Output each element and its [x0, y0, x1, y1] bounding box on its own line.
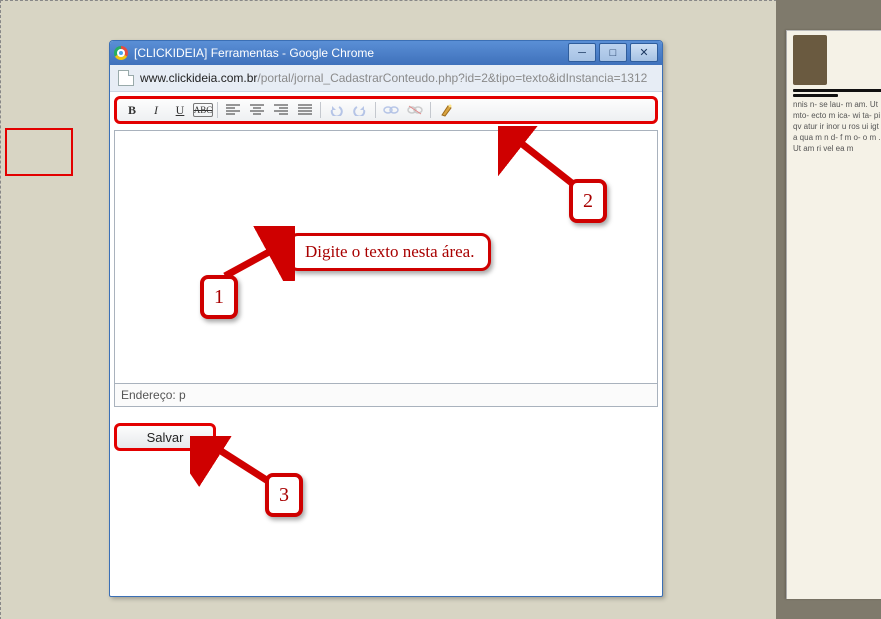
annotation-marker-1: 1 [200, 275, 238, 319]
annotation-marker-3: 3 [265, 473, 303, 517]
align-center-button[interactable] [246, 101, 268, 119]
minimize-button[interactable]: ─ [568, 43, 596, 62]
close-button[interactable]: ✕ [630, 43, 658, 62]
address-bar[interactable]: www.clickideia.com.br/portal/jornal_Cada… [110, 65, 662, 92]
window-titlebar: [CLICKIDEIA] Ferramentas - Google Chrome… [110, 41, 662, 65]
annotation-hint-bubble: Digite o texto nesta área. [288, 233, 491, 271]
link-button[interactable] [380, 101, 402, 119]
chrome-popup-window: [CLICKIDEIA] Ferramentas - Google Chrome… [109, 40, 663, 597]
newspaper-stack: nnis n- se lau- m am. Ut mto- ecto m ica… [776, 0, 881, 619]
redo-button[interactable] [349, 101, 371, 119]
save-button[interactable]: Salvar [114, 423, 216, 451]
clear-format-button[interactable] [435, 101, 457, 119]
strikethrough-button[interactable]: ABC [193, 103, 213, 117]
bold-button[interactable]: B [121, 101, 143, 119]
annotation-marker-2: 2 [569, 179, 607, 223]
align-justify-button[interactable] [294, 101, 316, 119]
page-icon [118, 70, 134, 86]
status-path: Endereço: p [121, 388, 186, 402]
editor-toolbar: B I U ABC [114, 96, 658, 124]
unlink-button[interactable] [404, 101, 426, 119]
url-host: www.clickideia.com.br [140, 71, 257, 85]
underline-button[interactable]: U [169, 101, 191, 119]
editor-status-bar: Endereço: p [114, 384, 658, 407]
window-title: [CLICKIDEIA] Ferramentas - Google Chrome [134, 46, 374, 60]
align-right-button[interactable] [270, 101, 292, 119]
undo-button[interactable] [325, 101, 347, 119]
align-left-button[interactable] [222, 101, 244, 119]
italic-button[interactable]: I [145, 101, 167, 119]
chrome-icon [114, 46, 128, 60]
selection-marker [5, 128, 73, 176]
url-path: /portal/jornal_CadastrarConteudo.php?id=… [257, 71, 647, 85]
maximize-button[interactable]: □ [599, 43, 627, 62]
